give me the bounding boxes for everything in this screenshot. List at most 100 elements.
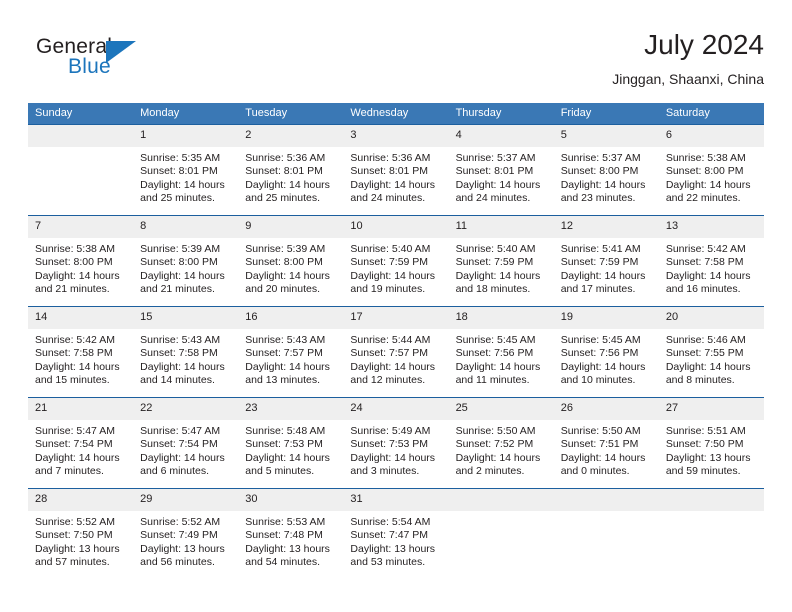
- weekday-header-monday: Monday: [133, 103, 239, 125]
- sunrise-time: Sunrise: 5:45 AM: [560, 334, 641, 346]
- sunrise-time: Sunrise: 5:53 AM: [245, 516, 326, 528]
- brand-logo[interactable]: General Blue: [36, 35, 256, 91]
- day-details: Sunrise: 5:44 AM Sunset: 7:57 PM Daylight:…: [343, 329, 448, 397]
- day-details: Sunrise: 5:43 AM Sunset: 7:57 PM Daylight:…: [238, 329, 343, 397]
- daylight-duration-line2: and 16 minutes.: [665, 283, 741, 296]
- weekday-header-friday: Friday: [553, 103, 659, 125]
- daylight-duration-line2: and 57 minutes.: [35, 556, 110, 569]
- daylight-duration-line2: and 6 minutes.: [140, 465, 210, 478]
- calendar-day-cell[interactable]: 31 Sunrise: 5:54 AM Sunset: 7:47 PM Dayligh…: [343, 488, 449, 579]
- calendar-day-cell[interactable]: 16 Sunrise: 5:43 AM Sunset: 7:57 PM Dayligh…: [238, 306, 344, 398]
- sunset-time: Sunset: 7:59 PM: [560, 256, 639, 269]
- calendar-day-cell[interactable]: 5 Sunrise: 5:37 AM Sunset: 8:00 PM Daylight…: [553, 124, 659, 216]
- calendar-empty-cell: [553, 488, 659, 579]
- daylight-duration-line1: Daylight: 13 hours: [665, 451, 751, 464]
- day-details: Sunrise: 5:40 AM Sunset: 7:59 PM Daylight:…: [449, 238, 554, 306]
- day-number: 13: [658, 216, 764, 238]
- day-number: 16: [238, 307, 344, 329]
- calendar-day-cell[interactable]: 14 Sunrise: 5:42 AM Sunset: 7:58 PM Dayligh…: [28, 306, 134, 398]
- daylight-duration-line2: and 5 minutes.: [245, 465, 315, 478]
- sunset-time: Sunset: 8:00 PM: [35, 256, 113, 269]
- sunrise-time: Sunrise: 5:35 AM: [140, 152, 221, 164]
- calendar-day-cell[interactable]: 25 Sunrise: 5:50 AM Sunset: 7:52 PM Dayligh…: [448, 397, 554, 489]
- daylight-duration-line2: and 10 minutes.: [560, 374, 636, 387]
- calendar-day-cell[interactable]: 8 Sunrise: 5:39 AM Sunset: 8:00 PM Daylight…: [133, 215, 239, 307]
- calendar-day-cell[interactable]: 26 Sunrise: 5:50 AM Sunset: 7:51 PM Dayligh…: [553, 397, 659, 489]
- day-details: Sunrise: 5:42 AM Sunset: 7:58 PM Daylight:…: [28, 329, 133, 397]
- daylight-duration-line1: Daylight: 14 hours: [245, 451, 330, 464]
- calendar-day-cell[interactable]: 13 Sunrise: 5:42 AM Sunset: 7:58 PM Dayligh…: [658, 215, 764, 307]
- daylight-duration-line1: Daylight: 14 hours: [455, 178, 541, 191]
- sunset-time: Sunset: 7:58 PM: [665, 256, 744, 269]
- daylight-duration-line1: Daylight: 14 hours: [35, 360, 120, 373]
- daylight-duration-line2: and 14 minutes.: [140, 374, 215, 387]
- sunrise-time: Sunrise: 5:36 AM: [245, 152, 326, 164]
- day-details: Sunrise: 5:45 AM Sunset: 7:56 PM Daylight:…: [554, 329, 659, 397]
- calendar-day-cell[interactable]: 22 Sunrise: 5:47 AM Sunset: 7:54 PM Dayligh…: [133, 397, 239, 489]
- sunrise-time: Sunrise: 5:41 AM: [560, 243, 641, 255]
- calendar-day-cell[interactable]: 17 Sunrise: 5:44 AM Sunset: 7:57 PM Dayligh…: [343, 306, 449, 398]
- calendar-day-cell[interactable]: 24 Sunrise: 5:49 AM Sunset: 7:53 PM Dayligh…: [343, 397, 449, 489]
- sunrise-time: Sunrise: 5:39 AM: [140, 243, 221, 255]
- sunrise-time: Sunrise: 5:37 AM: [455, 152, 536, 164]
- page-subtitle: Jinggan, Shaanxi, China: [612, 71, 764, 87]
- day-details: Sunrise: 5:48 AM Sunset: 7:53 PM Daylight:…: [238, 420, 343, 488]
- day-details: Sunrise: 5:50 AM Sunset: 7:52 PM Daylight:…: [449, 420, 554, 488]
- day-number: 23: [238, 398, 344, 420]
- daylight-duration-line1: Daylight: 14 hours: [350, 360, 436, 373]
- daylight-duration-line2: and 11 minutes.: [455, 374, 530, 387]
- sunrise-time: Sunrise: 5:36 AM: [350, 152, 431, 164]
- calendar-day-cell[interactable]: 15 Sunrise: 5:43 AM Sunset: 7:58 PM Dayligh…: [133, 306, 239, 398]
- daylight-duration-line2: and 7 minutes.: [35, 465, 104, 478]
- calendar-day-cell[interactable]: 2 Sunrise: 5:36 AM Sunset: 8:01 PM Daylight…: [238, 124, 344, 216]
- calendar-body: 1 Sunrise: 5:35 AM Sunset: 8:01 PM Daylight…: [28, 124, 764, 579]
- calendar-day-cell[interactable]: 4 Sunrise: 5:37 AM Sunset: 8:01 PM Daylight…: [448, 124, 554, 216]
- day-details: Sunrise: 5:36 AM Sunset: 8:01 PM Daylight:…: [343, 147, 448, 215]
- sunset-time: Sunset: 7:54 PM: [35, 438, 113, 451]
- sunrise-time: Sunrise: 5:49 AM: [350, 425, 431, 437]
- calendar-day-cell[interactable]: 7 Sunrise: 5:38 AM Sunset: 8:00 PM Daylight…: [28, 215, 134, 307]
- calendar-day-cell[interactable]: 21 Sunrise: 5:47 AM Sunset: 7:54 PM Dayligh…: [28, 397, 134, 489]
- calendar-empty-cell: [448, 488, 554, 579]
- daylight-duration-line1: Daylight: 13 hours: [140, 542, 225, 555]
- day-details: Sunrise: 5:49 AM Sunset: 7:53 PM Daylight:…: [343, 420, 448, 488]
- sunset-time: Sunset: 7:48 PM: [245, 529, 323, 542]
- calendar-week-row: 21 Sunrise: 5:47 AM Sunset: 7:54 PM Dayligh…: [28, 397, 764, 489]
- daylight-duration-line1: Daylight: 14 hours: [560, 360, 646, 373]
- daylight-duration-line2: and 21 minutes.: [140, 283, 215, 296]
- sunset-time: Sunset: 7:57 PM: [245, 347, 323, 360]
- daylight-duration-line2: and 53 minutes.: [350, 556, 426, 569]
- calendar-day-cell[interactable]: 3 Sunrise: 5:36 AM Sunset: 8:01 PM Daylight…: [343, 124, 449, 216]
- sunrise-time: Sunrise: 5:42 AM: [665, 243, 746, 255]
- day-details: [659, 511, 764, 579]
- sunrise-time: Sunrise: 5:50 AM: [560, 425, 641, 437]
- day-details: [554, 511, 659, 579]
- day-number: 27: [658, 398, 764, 420]
- calendar-day-cell[interactable]: 12 Sunrise: 5:41 AM Sunset: 7:59 PM Dayligh…: [553, 215, 659, 307]
- calendar-day-cell[interactable]: 29 Sunrise: 5:52 AM Sunset: 7:49 PM Dayligh…: [133, 488, 239, 579]
- calendar-empty-cell: [28, 124, 134, 216]
- sunset-time: Sunset: 8:00 PM: [140, 256, 218, 269]
- daylight-duration-line2: and 3 minutes.: [350, 465, 420, 478]
- day-number: [658, 489, 764, 511]
- calendar-day-cell[interactable]: 18 Sunrise: 5:45 AM Sunset: 7:56 PM Dayligh…: [448, 306, 554, 398]
- daylight-duration-line2: and 12 minutes.: [350, 374, 426, 387]
- calendar-day-cell[interactable]: 28 Sunrise: 5:52 AM Sunset: 7:50 PM Dayligh…: [28, 488, 134, 579]
- calendar-day-cell[interactable]: 10 Sunrise: 5:40 AM Sunset: 7:59 PM Dayligh…: [343, 215, 449, 307]
- daylight-duration-line1: Daylight: 14 hours: [35, 269, 120, 282]
- calendar-day-cell[interactable]: 23 Sunrise: 5:48 AM Sunset: 7:53 PM Dayligh…: [238, 397, 344, 489]
- day-number: 8: [133, 216, 239, 238]
- calendar-day-cell[interactable]: 11 Sunrise: 5:40 AM Sunset: 7:59 PM Dayligh…: [448, 215, 554, 307]
- sunset-time: Sunset: 7:58 PM: [35, 347, 113, 360]
- calendar-day-cell[interactable]: 1 Sunrise: 5:35 AM Sunset: 8:01 PM Daylight…: [133, 124, 239, 216]
- day-number: 11: [448, 216, 554, 238]
- day-details: Sunrise: 5:41 AM Sunset: 7:59 PM Daylight:…: [554, 238, 659, 306]
- day-number: 5: [553, 125, 659, 147]
- calendar-day-cell[interactable]: 9 Sunrise: 5:39 AM Sunset: 8:00 PM Daylight…: [238, 215, 344, 307]
- calendar-day-cell[interactable]: 19 Sunrise: 5:45 AM Sunset: 7:56 PM Dayligh…: [553, 306, 659, 398]
- calendar-day-cell[interactable]: 6 Sunrise: 5:38 AM Sunset: 8:00 PM Daylight…: [658, 124, 764, 216]
- calendar-day-cell[interactable]: 27 Sunrise: 5:51 AM Sunset: 7:50 PM Dayligh…: [658, 397, 764, 489]
- sunrise-time: Sunrise: 5:47 AM: [35, 425, 115, 437]
- calendar-day-cell[interactable]: 20 Sunrise: 5:46 AM Sunset: 7:55 PM Dayligh…: [658, 306, 764, 398]
- calendar-day-cell[interactable]: 30 Sunrise: 5:53 AM Sunset: 7:48 PM Dayligh…: [238, 488, 344, 579]
